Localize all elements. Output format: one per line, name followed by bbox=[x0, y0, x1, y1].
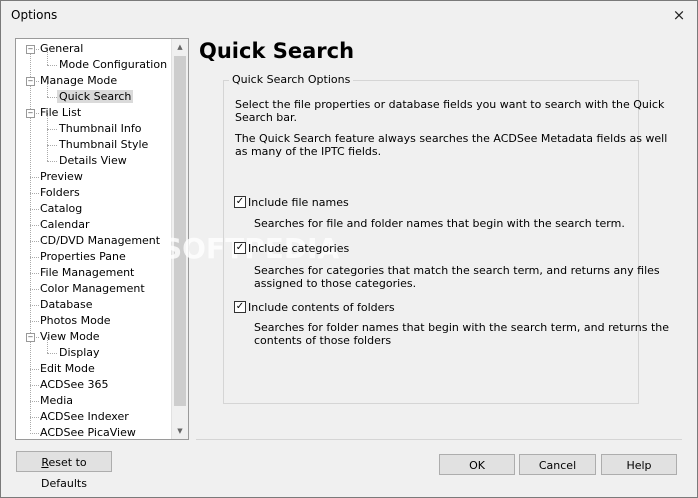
tree-guide-line bbox=[30, 401, 39, 402]
reset-to-defaults-button[interactable]: Reset to Defaults bbox=[16, 451, 112, 490]
tree-item-media[interactable]: Media bbox=[40, 393, 73, 409]
tree-item-calendar[interactable]: Calendar bbox=[40, 217, 89, 233]
help-button[interactable]: Help bbox=[601, 454, 677, 475]
include-contents-of-folders-help-line-2: contents of those folders bbox=[254, 334, 392, 347]
window-title: Options bbox=[11, 8, 58, 22]
tree-item-manage-mode[interactable]: Manage Mode bbox=[40, 73, 117, 89]
tree-guide-line bbox=[47, 145, 57, 146]
include-file-names-checkbox[interactable]: ✓ bbox=[234, 196, 246, 208]
description-1-line-1: Select the file properties or database f… bbox=[235, 98, 665, 111]
include-categories-label[interactable]: Include categories bbox=[248, 242, 349, 255]
tree-guide-line bbox=[30, 321, 39, 322]
scroll-up-arrow-icon[interactable]: ▲ bbox=[172, 39, 188, 55]
tree-guide-line bbox=[47, 353, 57, 354]
tree-item-properties-pane[interactable]: Properties Pane bbox=[40, 249, 126, 265]
include-file-names-label[interactable]: Include file names bbox=[248, 196, 349, 209]
tree-guide-line bbox=[30, 257, 39, 258]
tree-item-acdsee-indexer[interactable]: ACDSee Indexer bbox=[40, 409, 129, 425]
collapse-file-list-icon[interactable]: − bbox=[26, 109, 35, 118]
tree-guide-line bbox=[30, 369, 39, 370]
tree-item-cd-dvd-management[interactable]: CD/DVD Management bbox=[40, 233, 160, 249]
include-contents-of-folders-label[interactable]: Include contents of folders bbox=[248, 301, 395, 314]
include-categories-help-line-1: Searches for categories that match the s… bbox=[254, 264, 660, 277]
close-icon[interactable]: × bbox=[669, 5, 689, 25]
group-title: Quick Search Options bbox=[229, 73, 354, 86]
tree-item-quick-search[interactable]: Quick Search bbox=[57, 89, 134, 105]
description-1-line-2: Search bar. bbox=[235, 111, 298, 124]
tree-item-general[interactable]: General bbox=[40, 41, 83, 57]
include-file-names-help: Searches for file and folder names that … bbox=[254, 217, 625, 230]
tree-item-display[interactable]: Display bbox=[59, 345, 100, 361]
button-separator bbox=[196, 439, 682, 440]
tree-item-acdsee-365[interactable]: ACDSee 365 bbox=[40, 377, 109, 393]
tree-item-database[interactable]: Database bbox=[40, 297, 93, 313]
tree-item-color-management[interactable]: Color Management bbox=[40, 281, 145, 297]
include-contents-of-folders-checkbox[interactable]: ✓ bbox=[234, 301, 246, 313]
include-categories-help-line-2: assigned to those categories. bbox=[254, 277, 417, 290]
titlebar: Options × bbox=[1, 1, 697, 30]
tree-guide-line bbox=[47, 129, 57, 130]
tree-item-thumbnail-style[interactable]: Thumbnail Style bbox=[59, 137, 148, 153]
tree-guide-line bbox=[30, 193, 39, 194]
tree-item-acdsee-picaview[interactable]: ACDSee PicaView bbox=[40, 425, 136, 439]
collapse-view-mode-icon[interactable]: − bbox=[26, 333, 35, 342]
tree-item-photos-mode[interactable]: Photos Mode bbox=[40, 313, 111, 329]
tree-item-view-mode[interactable]: View Mode bbox=[40, 329, 100, 345]
ok-button[interactable]: OK bbox=[439, 454, 515, 475]
tree-guide-line bbox=[47, 161, 57, 162]
tree-guide-line bbox=[30, 177, 39, 178]
tree-guide-line bbox=[30, 433, 39, 434]
cancel-button[interactable]: Cancel bbox=[519, 454, 596, 475]
scrollbar-thumb[interactable] bbox=[174, 56, 186, 406]
tree-item-preview[interactable]: Preview bbox=[40, 169, 83, 185]
include-contents-of-folders-help-line-1: Searches for folder names that begin wit… bbox=[254, 321, 669, 334]
tree-guide-line bbox=[47, 65, 57, 66]
tree-item-thumbnail-info[interactable]: Thumbnail Info bbox=[59, 121, 142, 137]
options-dialog: Options × General Mode Configuration Man… bbox=[0, 0, 698, 498]
page-title: Quick Search bbox=[199, 39, 355, 63]
scroll-down-arrow-icon[interactable]: ▼ bbox=[172, 423, 188, 439]
description-2-line-1: The Quick Search feature always searches… bbox=[235, 132, 668, 145]
tree-item-mode-configuration[interactable]: Mode Configuration bbox=[59, 57, 167, 73]
tree-item-edit-mode[interactable]: Edit Mode bbox=[40, 361, 95, 377]
tree-guide-line bbox=[30, 417, 39, 418]
tree-guide-line bbox=[30, 385, 39, 386]
tree-guide-line bbox=[30, 209, 39, 210]
collapse-general-icon[interactable]: − bbox=[26, 45, 35, 54]
tree-guide-line bbox=[30, 49, 31, 431]
tree-item-file-management[interactable]: File Management bbox=[40, 265, 134, 281]
tree-item-catalog[interactable]: Catalog bbox=[40, 201, 82, 217]
tree-guide-line bbox=[30, 241, 39, 242]
include-categories-checkbox[interactable]: ✓ bbox=[234, 242, 246, 254]
tree-item-file-list[interactable]: File List bbox=[40, 105, 81, 121]
tree-guide-line bbox=[30, 305, 39, 306]
collapse-manage-mode-icon[interactable]: − bbox=[26, 77, 35, 86]
tree-item-folders[interactable]: Folders bbox=[40, 185, 80, 201]
tree-item-details-view[interactable]: Details View bbox=[59, 153, 127, 169]
tree-guide-line bbox=[30, 289, 39, 290]
tree-guide-line bbox=[47, 97, 57, 98]
description-2-line-2: as many of the IPTC fields. bbox=[235, 145, 382, 158]
tree-guide-line bbox=[30, 273, 39, 274]
tree-guide-line bbox=[30, 225, 39, 226]
